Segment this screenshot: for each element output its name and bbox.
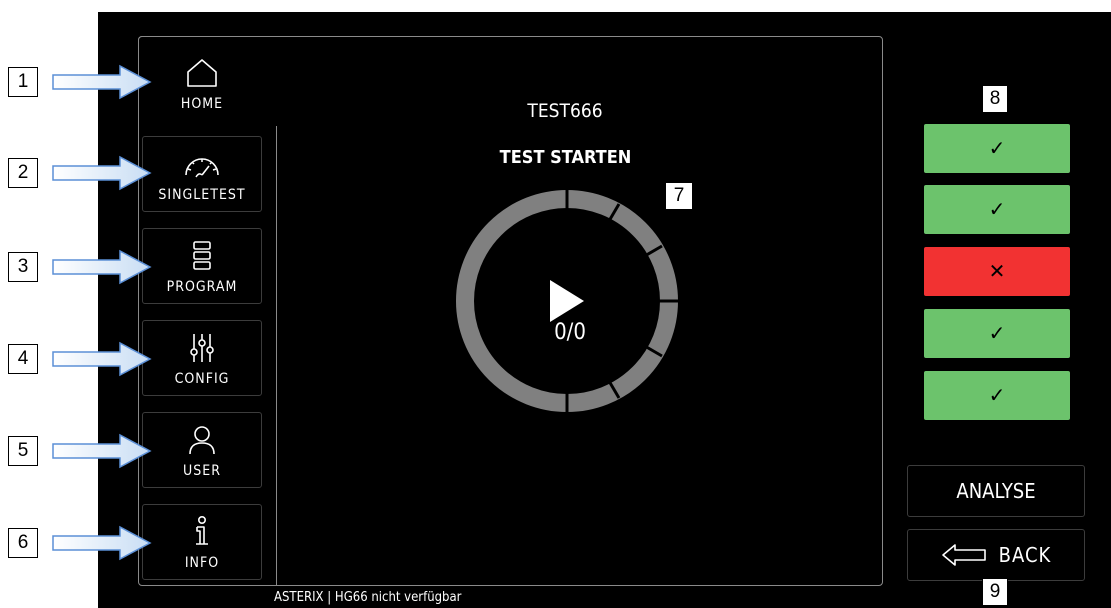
callout-6: 6: [8, 528, 38, 558]
nav-program-button[interactable]: PROGRAM: [142, 228, 262, 304]
nav-info-label: INFO: [184, 555, 220, 571]
callout-arrow-icon: [52, 525, 152, 561]
callout-arrow-icon: [52, 64, 152, 100]
list-icon: [193, 241, 211, 270]
gauge-icon: [185, 158, 219, 178]
nav-home-label: HOME: [180, 96, 224, 112]
result-indicator-3: ✕: [924, 247, 1070, 296]
callout-arrow-icon: [52, 341, 152, 377]
analyse-button[interactable]: ANALYSE: [907, 465, 1085, 517]
result-indicator-5: ✓: [924, 371, 1070, 420]
info-icon: [196, 515, 208, 545]
callout-8: 8: [982, 85, 1008, 113]
user-icon: [189, 426, 215, 455]
callout-9: 9: [982, 578, 1008, 606]
back-button[interactable]: BACK: [907, 529, 1085, 581]
nav-config-button[interactable]: CONFIG: [142, 320, 262, 396]
callout-arrow-icon: [52, 249, 152, 285]
nav-user-label: USER: [183, 463, 221, 479]
nav-divider: [276, 126, 277, 586]
nav-user-button[interactable]: USER: [142, 412, 262, 488]
test-counter: 0/0: [554, 320, 586, 345]
callout-3: 3: [8, 252, 38, 282]
callout-arrow-icon: [52, 433, 152, 469]
result-indicator-1: ✓: [924, 124, 1070, 173]
back-label: BACK: [998, 543, 1052, 567]
nav-program-label: PROGRAM: [166, 279, 238, 295]
callout-4: 4: [8, 344, 38, 374]
nav-config-label: CONFIG: [174, 371, 230, 387]
home-icon: [187, 59, 217, 87]
progress-ring: [456, 190, 678, 412]
result-indicator-2: ✓: [924, 185, 1070, 234]
callout-arrow-icon: [52, 155, 152, 191]
nav-singletest-label: SINGLETEST: [158, 187, 246, 203]
callout-1: 1: [8, 67, 38, 97]
nav-home-button[interactable]: HOME: [142, 42, 262, 118]
nav-singletest-button[interactable]: SINGLETEST: [142, 136, 262, 212]
callout-7: 7: [665, 182, 693, 210]
nav-info-button[interactable]: INFO: [142, 504, 262, 580]
play-icon[interactable]: [550, 280, 584, 322]
result-indicator-4: ✓: [924, 309, 1070, 358]
test-name: TEST666: [527, 100, 603, 122]
sliders-icon: [190, 334, 214, 362]
analyse-label: ANALYSE: [956, 479, 1036, 503]
status-bar: ASTERIX | HG66 nicht verfügbar: [274, 590, 462, 605]
callout-5: 5: [8, 436, 38, 466]
back-arrow-icon: [941, 544, 986, 566]
test-start-button[interactable]: TEST STARTEN: [478, 147, 653, 168]
callout-2: 2: [8, 158, 38, 188]
